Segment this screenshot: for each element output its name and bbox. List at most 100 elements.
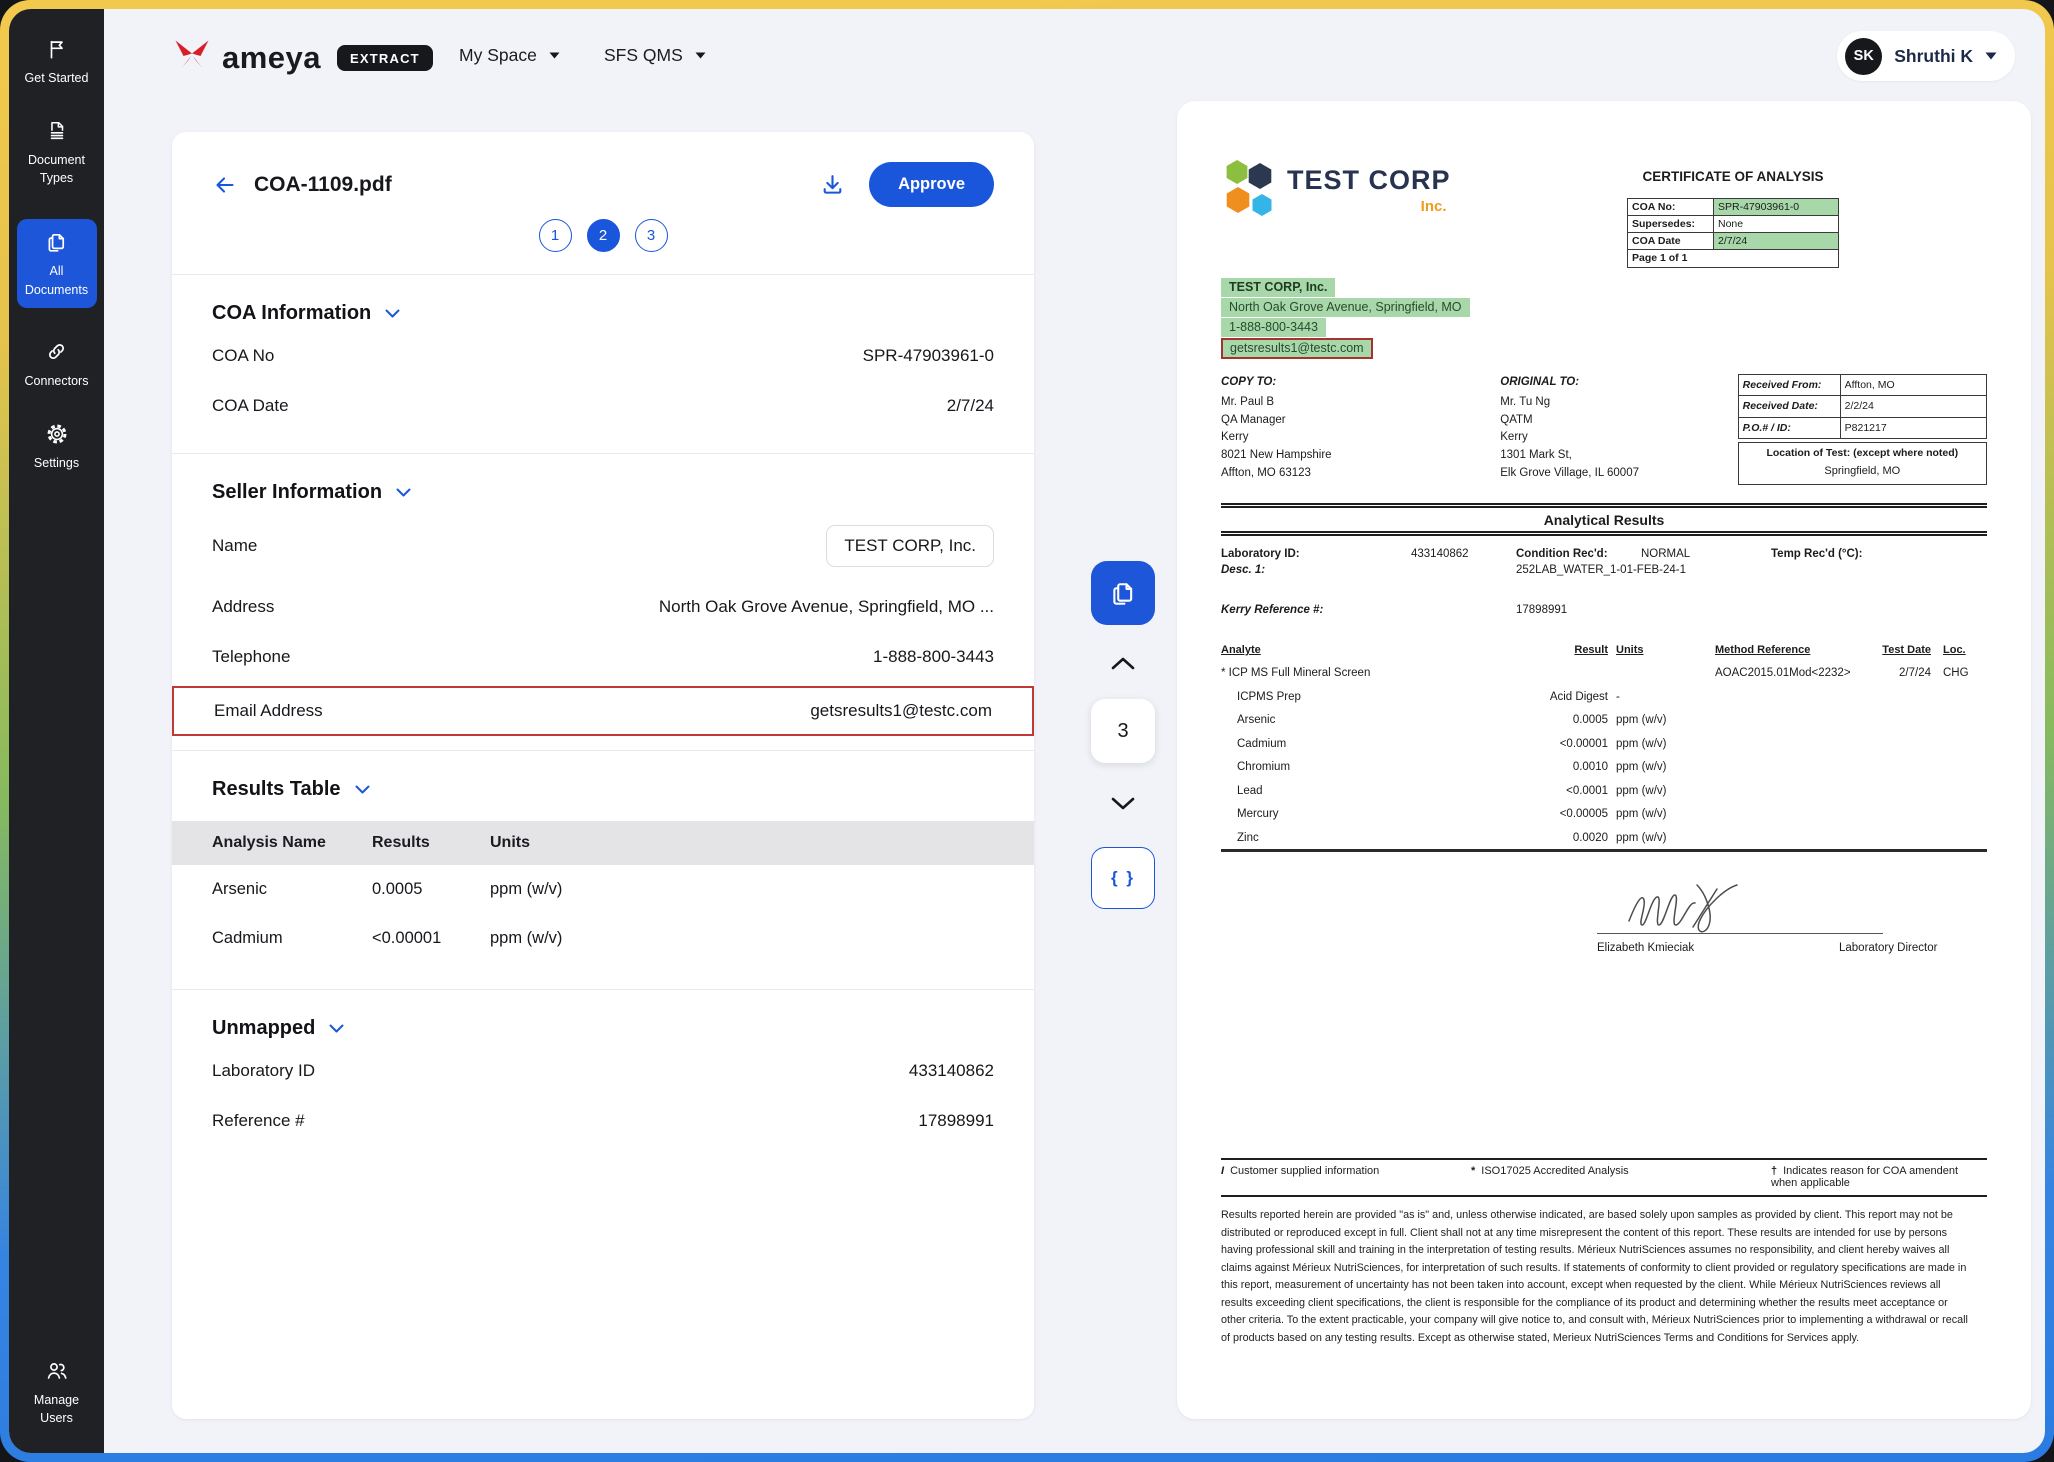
field-row-name[interactable]: Name TEST CORP, Inc. <box>172 510 1034 582</box>
field-row-address[interactable]: Address North Oak Grove Avenue, Springfi… <box>172 582 1034 632</box>
sidebar-item-settings[interactable]: Settings <box>15 422 99 472</box>
document-filename: COA-1109.pdf <box>254 173 392 197</box>
test-corp-logo: TEST CORP Inc. <box>1221 157 1451 268</box>
json-view-button[interactable]: { } <box>1091 847 1155 909</box>
field-value: 2/7/24 <box>947 396 994 416</box>
section-seller-information[interactable]: Seller Information <box>172 454 1034 510</box>
field-value-input[interactable]: TEST CORP, Inc. <box>826 525 994 567</box>
section-title: Unmapped <box>212 1017 315 1040</box>
section-results-table[interactable]: Results Table <box>172 751 1034 807</box>
chevron-down-icon <box>695 52 706 59</box>
location-of-test-box: Location of Test: (except where noted) S… <box>1738 442 1987 485</box>
section-unmapped[interactable]: Unmapped <box>172 990 1034 1046</box>
field-label: Telephone <box>212 647 290 667</box>
braces-icon: { } <box>1111 868 1135 888</box>
highlighted-text-selected[interactable]: getsresults1@testc.com <box>1221 338 1373 359</box>
field-label: COA Date <box>212 396 289 416</box>
original-to-line: QATM <box>1500 412 1737 430</box>
signature-scribble <box>1621 875 1781 942</box>
location-value: Springfield, MO <box>1743 463 1982 480</box>
cell-result: <0.00001 <box>372 929 490 948</box>
original-to-line: Mr. Tu Ng <box>1500 394 1737 412</box>
pdf-viewer: TEST CORP Inc. CERTIFICATE OF ANALYSIS C… <box>1177 101 2031 1419</box>
sidebar-item-label: Connectors <box>21 372 93 390</box>
table-bottom-rule <box>1221 849 1987 852</box>
field-row-coa-date[interactable]: COA Date 2/7/24 <box>172 381 1034 431</box>
highlighted-text[interactable]: TEST CORP, Inc. <box>1221 278 1335 297</box>
field-row-telephone[interactable]: Telephone 1-888-800-3443 <box>172 632 1034 682</box>
workspace-dropdown[interactable]: My Space <box>459 45 560 66</box>
page-button-3[interactable]: 3 <box>635 219 668 252</box>
analyte-row-highlighted[interactable]: Chromium0.0010ppm (w/v) <box>1221 753 1987 777</box>
meta-label: COA No: <box>1628 199 1714 215</box>
highlighted-text[interactable]: North Oak Grove Avenue, Springfield, MO <box>1221 298 1470 317</box>
field-row-laboratory-id[interactable]: Laboratory ID 433140862 <box>172 1046 1034 1096</box>
sidebar-item-label: Get Started <box>21 69 93 87</box>
results-columns: Analyte Result Units Method Reference Te… <box>1221 644 1987 656</box>
field-row-email-selected[interactable]: Email Address getsresults1@testc.com <box>172 686 1034 736</box>
download-button[interactable] <box>820 172 845 197</box>
avatar: SK <box>1845 38 1882 75</box>
analyte-row-highlighted[interactable]: Cadmium<0.00001ppm (w/v) <box>1221 730 1987 754</box>
connector-icon <box>45 340 68 364</box>
sidebar-item-document-types[interactable]: Document Types <box>15 119 99 187</box>
field-label: Address <box>212 597 274 617</box>
document-header: COA-1109.pdf Approve <box>172 132 1034 207</box>
field-value: getsresults1@testc.com <box>810 701 992 721</box>
received-value: Affton, MO <box>1841 375 1986 395</box>
back-button[interactable] <box>212 173 238 197</box>
meta-value-highlight[interactable]: 2/7/24 <box>1714 233 1838 249</box>
scroll-up-button[interactable] <box>1091 657 1155 670</box>
highlighted-text[interactable]: 1-888-800-3443 <box>1221 318 1326 337</box>
analyte-row-highlighted[interactable]: ICPMS PrepAcid Digest- <box>1221 683 1987 707</box>
table-row-cadmium[interactable]: Cadmium <0.00001 ppm (w/v) <box>172 914 1034 963</box>
seller-address-block: TEST CORP, Inc. North Oak Grove Avenue, … <box>1221 278 1987 359</box>
meta-label: Page 1 of 1 <box>1628 250 1838 267</box>
chevron-down-icon <box>385 309 400 318</box>
analyte-row-highlighted[interactable]: Lead<0.0001ppm (w/v) <box>1221 777 1987 801</box>
analyte-row-highlighted[interactable]: * ICP MS Full Mineral ScreenAOAC2015.01M… <box>1221 659 1987 683</box>
extraction-panel: COA-1109.pdf Approve 1 2 3 COA Informati… <box>172 132 1034 1419</box>
footnote-legend: ICustomer supplied information *ISO17025… <box>1221 1158 1987 1197</box>
document-icon <box>46 119 68 143</box>
lab-info-line: Laboratory ID:433140862Condition Rec'd:N… <box>1221 548 1987 560</box>
analyte-row-highlighted[interactable]: Zinc0.0020ppm (w/v) <box>1221 824 1987 848</box>
section-title: COA Information <box>212 302 371 325</box>
scroll-down-button[interactable] <box>1091 797 1155 810</box>
field-row-coa-no[interactable]: COA No SPR-47903961-0 <box>172 331 1034 381</box>
analyte-row-highlighted[interactable]: Mercury<0.00005ppm (w/v) <box>1221 800 1987 824</box>
field-row-reference[interactable]: Reference # 17898991 <box>172 1096 1034 1146</box>
documents-copy-icon <box>1109 579 1137 607</box>
brand-name: ameya <box>222 40 321 76</box>
field-label: COA No <box>212 346 274 366</box>
field-value: North Oak Grove Avenue, Springfield, MO … <box>659 597 994 617</box>
sidebar-item-get-started[interactable]: Get Started <box>15 37 99 87</box>
table-row-arsenic[interactable]: Arsenic 0.0005 ppm (w/v) <box>172 865 1034 914</box>
double-rule <box>1221 531 1987 536</box>
sidebar-item-manage-users[interactable]: Manage Users <box>15 1359 99 1427</box>
section-coa-information[interactable]: COA Information <box>172 275 1034 331</box>
project-dropdown[interactable]: SFS QMS <box>604 45 706 66</box>
page-button-1[interactable]: 1 <box>539 219 572 252</box>
cell-units: ppm (w/v) <box>490 880 994 899</box>
field-value: 17898991 <box>918 1111 994 1131</box>
field-label: Email Address <box>214 701 323 721</box>
approve-button[interactable]: Approve <box>869 162 994 207</box>
user-name: Shruthi K <box>1894 46 1973 67</box>
chevron-down-icon <box>549 52 560 59</box>
field-value: 1-888-800-3443 <box>873 647 994 667</box>
analyte-row-highlighted[interactable]: Arsenic0.0005ppm (w/v) <box>1221 706 1987 730</box>
sidebar-item-connectors[interactable]: Connectors <box>15 340 99 390</box>
coa-meta-table: COA No: SPR-47903961-0 Supersedes: None … <box>1627 198 1839 268</box>
user-menu[interactable]: SK Shruthi K <box>1837 31 2015 81</box>
copy-extraction-button[interactable] <box>1091 561 1155 625</box>
sidebar-item-all-documents[interactable]: All Documents <box>17 219 97 307</box>
chevron-down-icon <box>1111 797 1135 810</box>
certificate-title: CERTIFICATE OF ANALYSIS <box>1627 169 1839 184</box>
page-button-2[interactable]: 2 <box>587 219 620 252</box>
meta-value-highlight[interactable]: SPR-47903961-0 <box>1714 199 1838 215</box>
flag-icon <box>46 37 68 61</box>
top-header: ameya EXTRACT My Space SFS QMS SK Shruth… <box>104 9 2045 103</box>
cell-units: ppm (w/v) <box>490 929 994 948</box>
received-label: Received Date: <box>1739 396 1841 416</box>
